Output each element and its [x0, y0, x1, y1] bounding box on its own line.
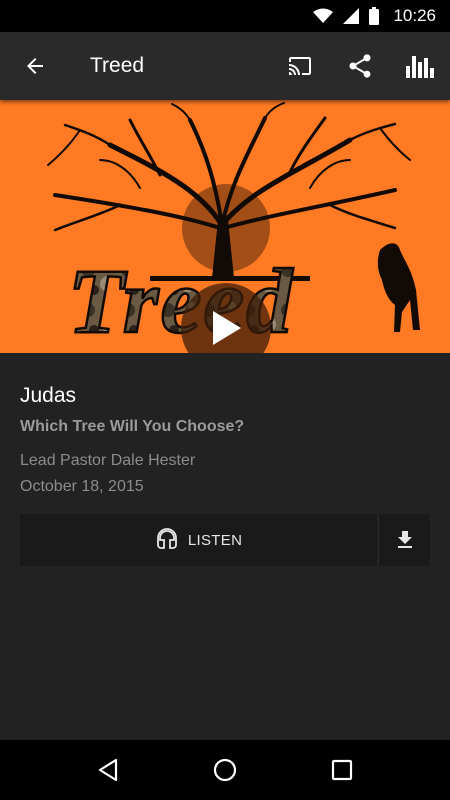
listen-button[interactable]: LISTEN [20, 514, 378, 566]
share-button[interactable] [330, 32, 390, 100]
triangle-back-icon [99, 758, 118, 782]
page-title: Treed [90, 54, 145, 77]
circle-home-icon [213, 758, 237, 782]
arrow-back-icon [27, 58, 43, 74]
sermon-artwork[interactable]: Treed [0, 100, 450, 353]
cast-icon [289, 57, 311, 75]
cast-button[interactable] [270, 32, 330, 100]
system-nav-bar [0, 740, 450, 800]
listen-label: LISTEN [187, 531, 243, 549]
back-button[interactable] [0, 32, 70, 100]
download-button[interactable] [378, 514, 430, 566]
square-recents-icon [331, 759, 352, 781]
signal-icon [343, 8, 360, 24]
share-icon [349, 54, 371, 78]
download-icon [397, 531, 412, 548]
status-bar: 10:26 [0, 0, 450, 32]
headphones-icon [156, 528, 177, 549]
stats-button[interactable] [390, 32, 450, 100]
nav-recents-button[interactable] [312, 740, 372, 800]
sermon-title: Judas [20, 384, 77, 407]
sermon-details: Judas Which Tree Will You Choose? Lead P… [0, 353, 450, 497]
status-time: 10:26 [393, 6, 436, 25]
bar-chart-icon [406, 56, 434, 78]
series-title: Which Tree Will You Choose? [20, 418, 245, 435]
wifi-icon [313, 8, 334, 23]
app-bar: Treed [0, 32, 450, 100]
nav-back-button[interactable] [78, 740, 138, 800]
play-icon [213, 311, 241, 345]
speaker-name: Lead Pastor Dale Hester [20, 452, 196, 469]
nav-home-button[interactable] [195, 740, 255, 800]
battery-icon [369, 7, 380, 25]
sermon-date: October 18, 2015 [20, 478, 144, 495]
action-row: LISTEN [20, 514, 430, 566]
